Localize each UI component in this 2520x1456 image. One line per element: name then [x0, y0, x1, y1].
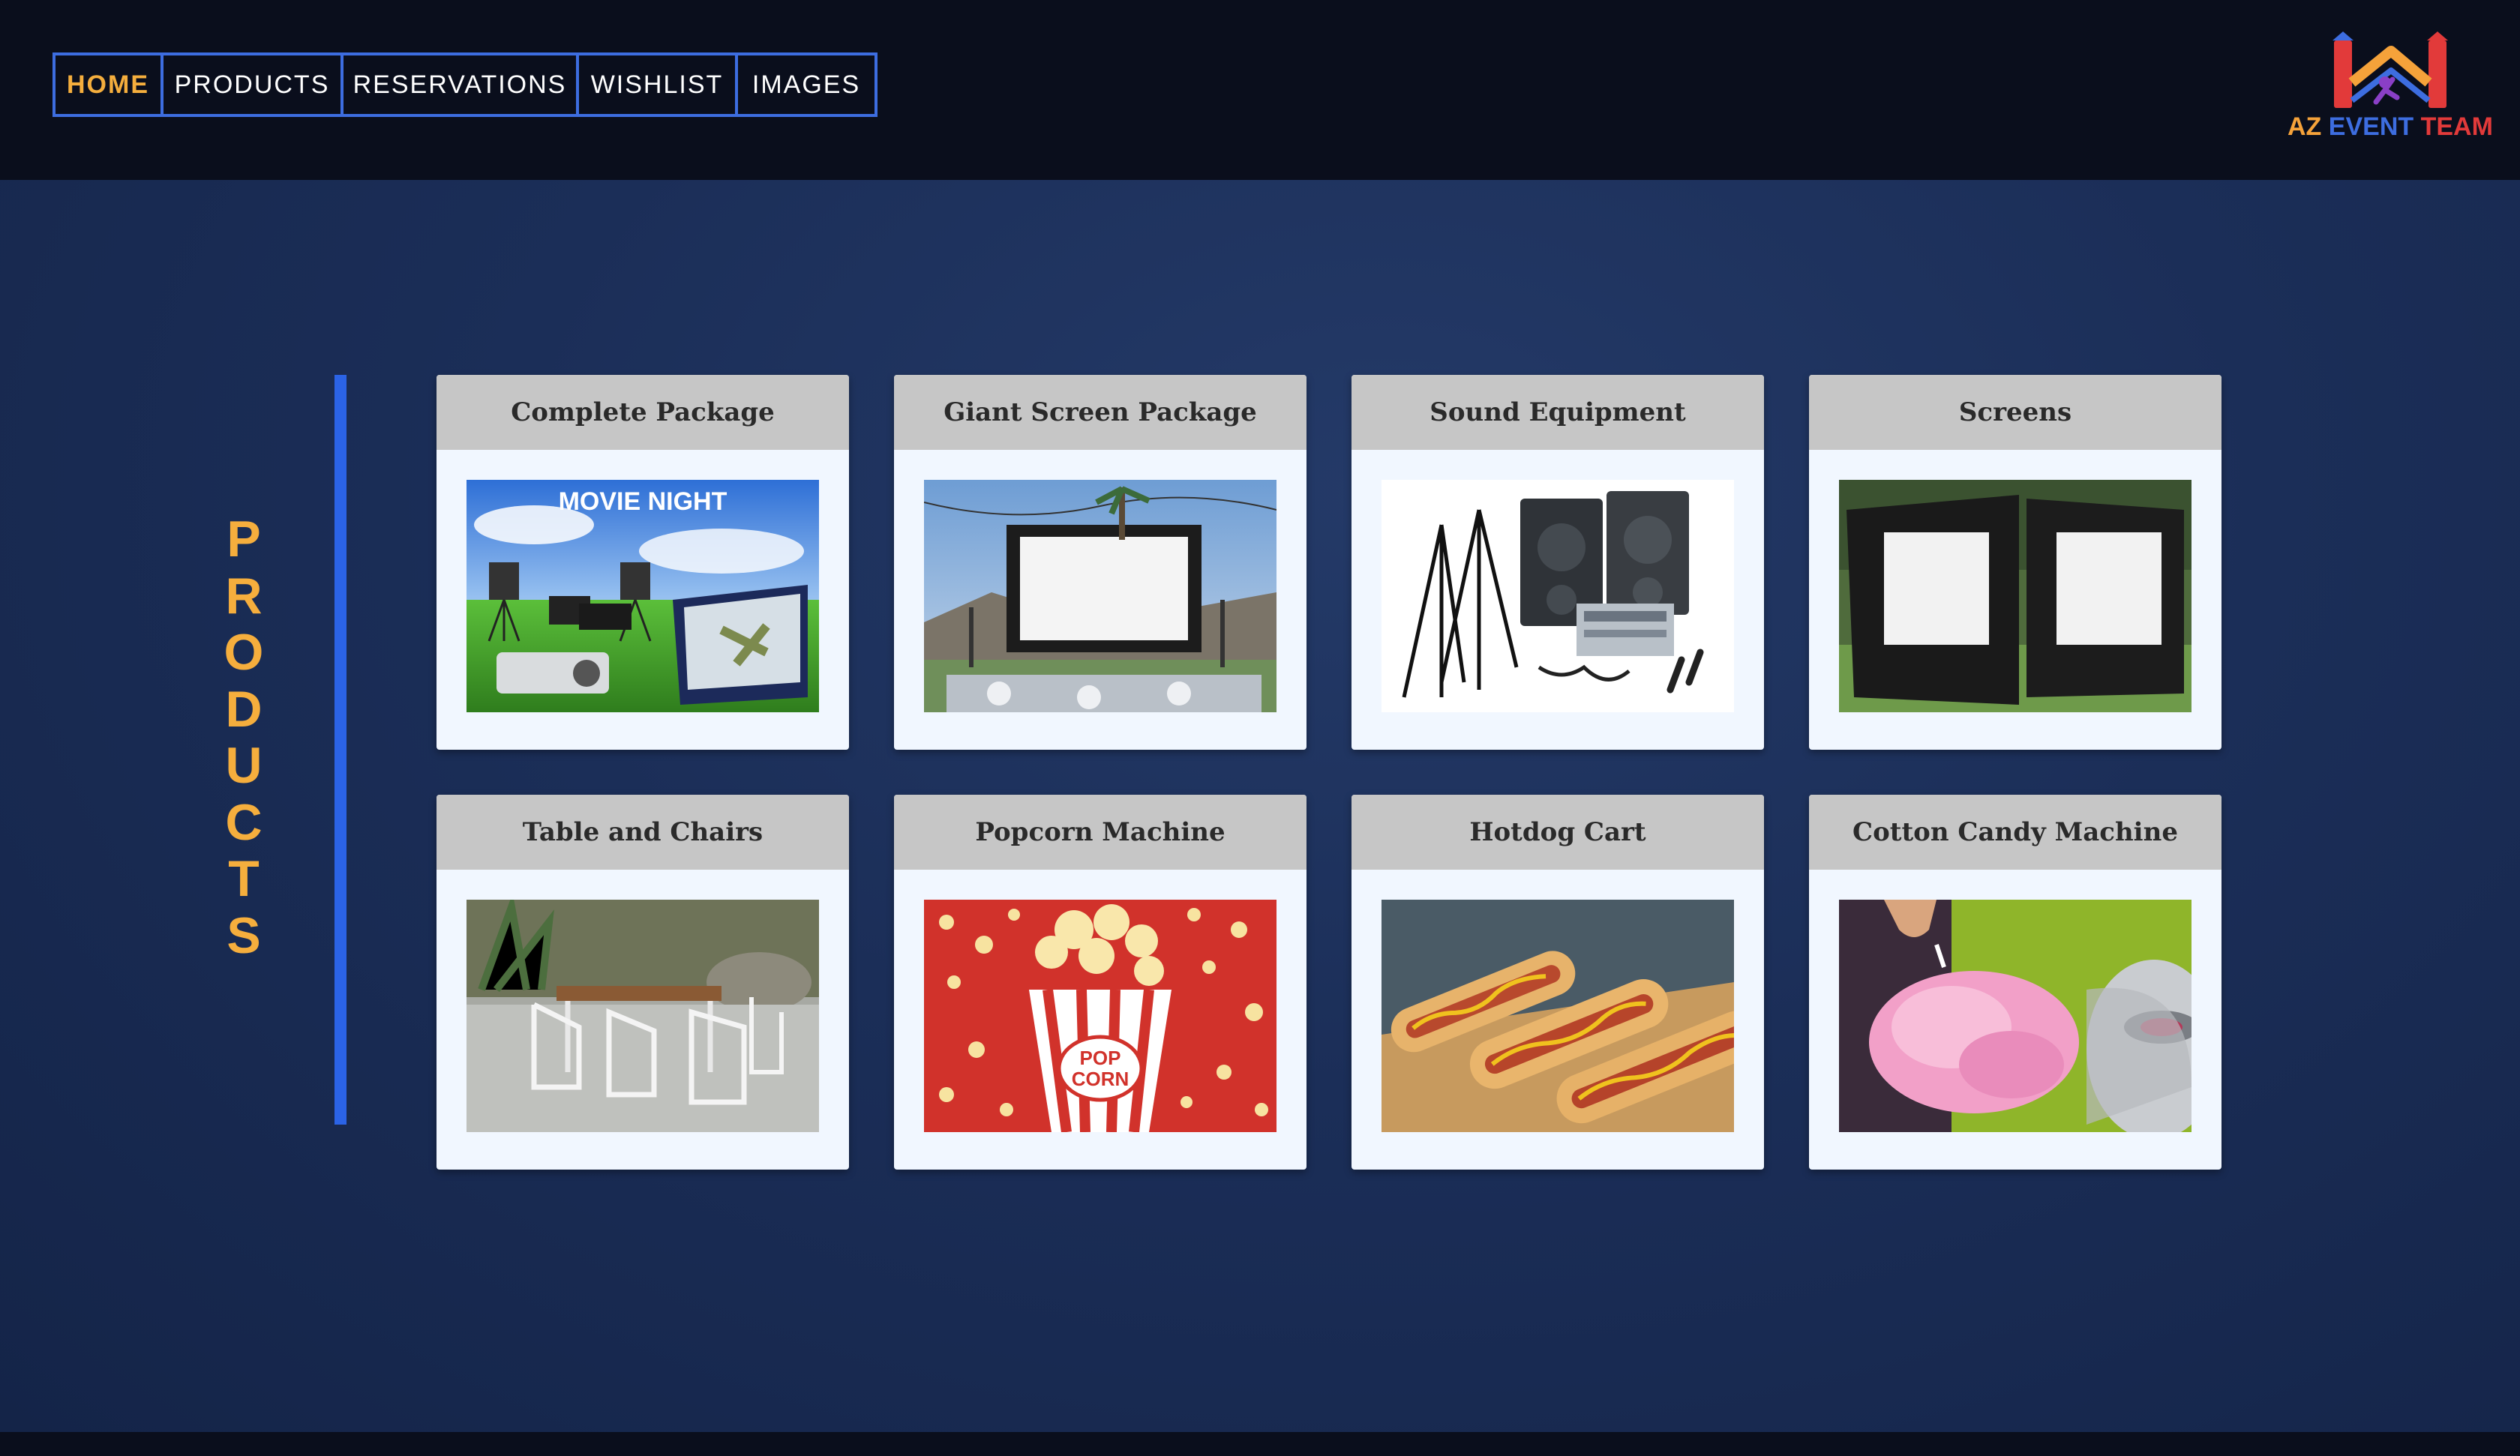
main-nav: HOME PRODUCTS RESERVATIONS WISHLIST IMAG…: [52, 52, 878, 117]
page-title-letter: U: [225, 737, 262, 794]
page-title-letter: P: [226, 511, 261, 568]
product-card-complete-package[interactable]: Complete Package MOVIE NIGHT: [436, 375, 849, 750]
product-card-title: Screens: [1809, 375, 2222, 450]
nav-products[interactable]: PRODUCTS: [164, 55, 344, 114]
giant-outdoor-screen-photo[interactable]: [924, 480, 1276, 712]
product-card-table-and-chairs[interactable]: Table and Chairs: [436, 795, 849, 1170]
product-card-popcorn-machine[interactable]: Popcorn Machine POP CORN: [894, 795, 1306, 1170]
logo-az-text: AZ: [2288, 112, 2322, 141]
patio-table-chairs-photo[interactable]: [466, 900, 819, 1132]
page-title-letter: T: [228, 850, 260, 907]
product-card-title: Complete Package: [436, 375, 849, 450]
svg-text:MOVIE NIGHT: MOVIE NIGHT: [559, 487, 728, 516]
product-card-cotton-candy-machine[interactable]: Cotton Candy Machine: [1809, 795, 2222, 1170]
page-title-letter: C: [225, 793, 262, 851]
site-header: HOME PRODUCTS RESERVATIONS WISHLIST IMAG…: [0, 0, 2520, 180]
popcorn-bucket-photo[interactable]: POP CORN: [924, 900, 1276, 1132]
hotdogs-photo[interactable]: [1382, 900, 1734, 1132]
nav-reservations[interactable]: RESERVATIONS: [344, 55, 579, 114]
brand-logo[interactable]: AZ EVENT TEAM: [2280, 30, 2505, 157]
page-title-letter: R: [225, 567, 262, 625]
page-title: PRODUCTS: [218, 511, 270, 964]
product-card-hotdog-cart[interactable]: Hotdog Cart: [1352, 795, 1764, 1170]
page-title-letter: S: [226, 906, 261, 964]
main-content: PRODUCTS Complete Package MOVIE NIGHT Gi…: [0, 180, 2520, 1432]
nav-home[interactable]: HOME: [56, 55, 164, 114]
cotton-candy-photo[interactable]: [1839, 900, 2192, 1132]
product-card-title: Hotdog Cart: [1352, 795, 1764, 870]
product-grid: Complete Package MOVIE NIGHT Giant Scree…: [436, 375, 2222, 1170]
speakers-and-mixer-photo[interactable]: [1382, 480, 1734, 712]
product-card-title: Giant Screen Package: [894, 375, 1306, 450]
product-card-title: Sound Equipment: [1352, 375, 1764, 450]
logo-team-text: TEAM: [2420, 112, 2493, 141]
product-card-screens[interactable]: Screens: [1809, 375, 2222, 750]
footer-strip: [0, 1432, 2520, 1456]
movie-night-package-photo[interactable]: MOVIE NIGHT: [466, 480, 819, 712]
nav-images[interactable]: IMAGES: [738, 55, 874, 114]
nav-wishlist[interactable]: WISHLIST: [579, 55, 738, 114]
page-title-letter: O: [224, 624, 264, 681]
page-title-letter: D: [225, 680, 262, 738]
logo-event-text: EVENT: [2328, 112, 2414, 141]
bounce-house-icon: [2332, 31, 2448, 108]
title-accent-bar: [334, 375, 346, 1125]
product-card-sound-equipment[interactable]: Sound Equipment: [1352, 375, 1764, 750]
product-card-title: Table and Chairs: [436, 795, 849, 870]
inflatable-screens-photo[interactable]: [1839, 480, 2192, 712]
svg-text:POP: POP: [1080, 1047, 1121, 1069]
product-card-title: Popcorn Machine: [894, 795, 1306, 870]
svg-text:CORN: CORN: [1072, 1068, 1130, 1090]
logo-wordmark: AZ EVENT TEAM: [2288, 112, 2505, 142]
product-card-giant-screen-package[interactable]: Giant Screen Package: [894, 375, 1306, 750]
product-card-title: Cotton Candy Machine: [1809, 795, 2222, 870]
